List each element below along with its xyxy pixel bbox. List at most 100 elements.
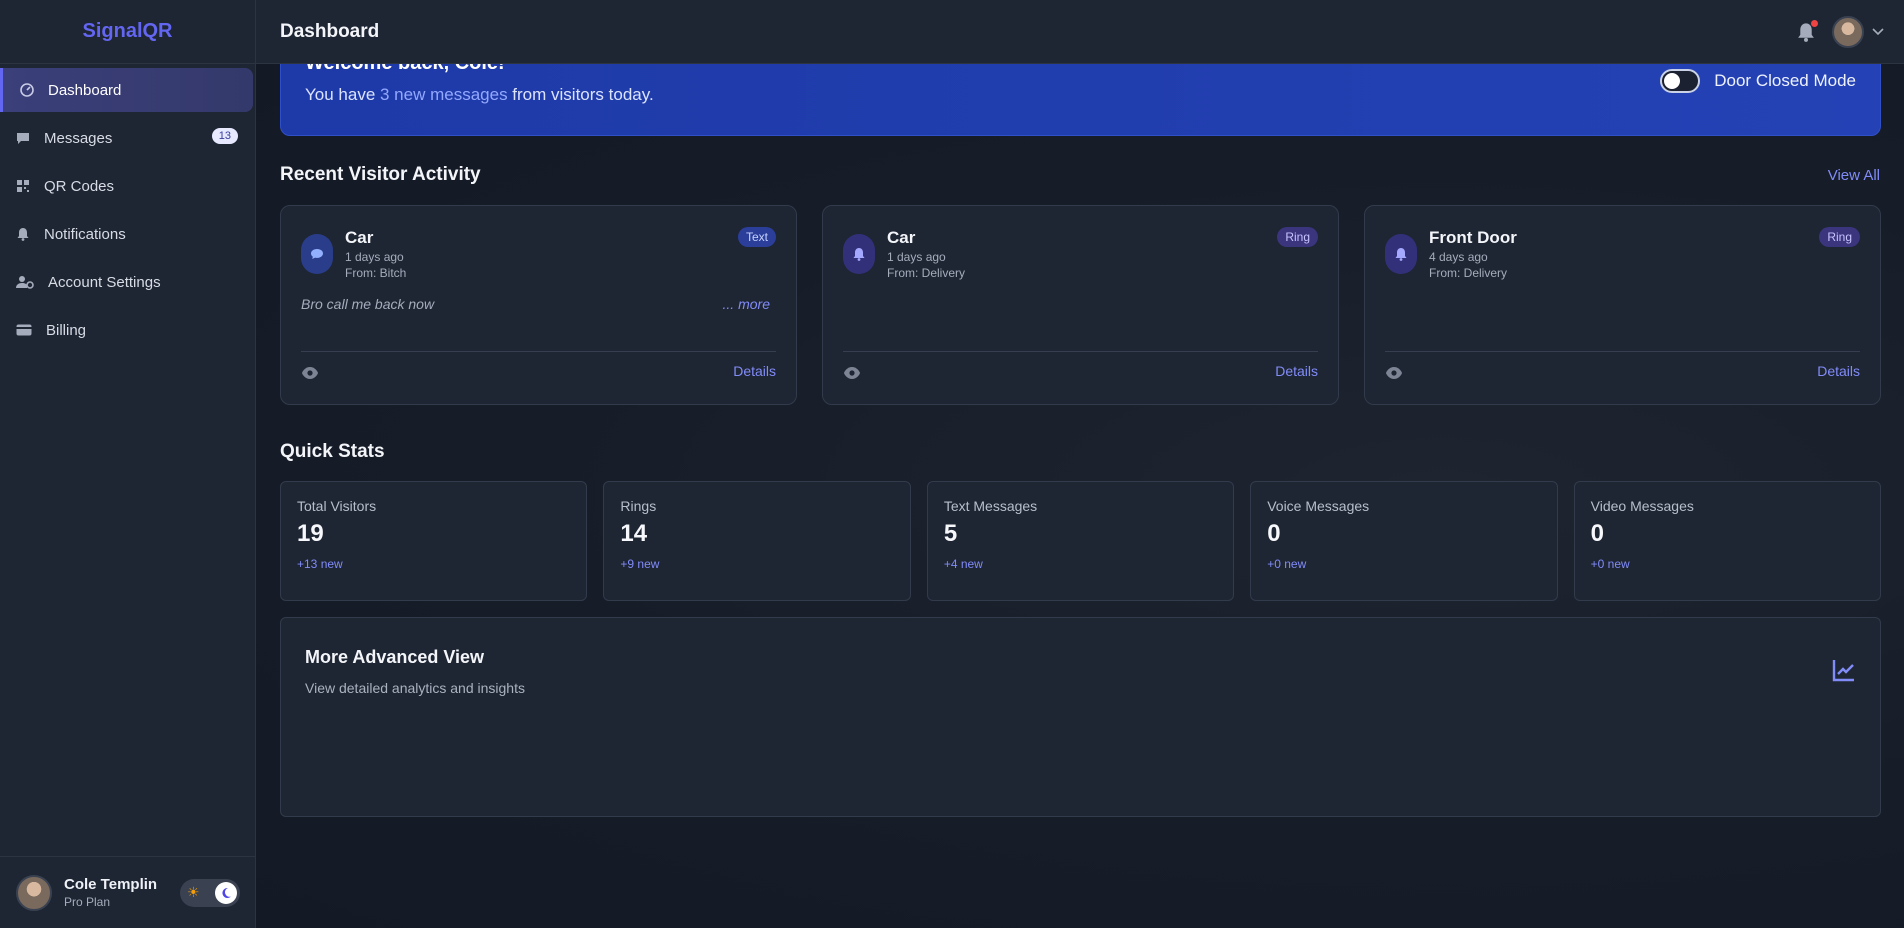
qr-icon <box>16 179 30 193</box>
card-from: From: Bitch <box>345 266 407 280</box>
divider <box>843 351 1318 352</box>
view-all-link[interactable]: View All <box>1828 167 1880 184</box>
stat-delta: +9 new <box>620 557 660 571</box>
page-title: Dashboard <box>280 20 380 42</box>
card-location: Front Door <box>1429 228 1517 247</box>
details-link[interactable]: Details <box>1817 363 1860 379</box>
user-gear-icon <box>16 275 34 289</box>
new-messages-link[interactable]: 3 new messages <box>380 85 508 104</box>
credit-card-icon <box>16 323 32 337</box>
divider <box>301 351 776 352</box>
user-menu-avatar[interactable] <box>1832 16 1864 48</box>
card-time: 1 days ago <box>887 250 946 264</box>
recent-activity-cards: Car 1 days ago From: Bitch Text Bro call… <box>280 205 1881 405</box>
sidebar-item-label: Notifications <box>44 225 126 243</box>
bell-icon <box>1385 234 1417 274</box>
eye-icon[interactable] <box>843 366 861 380</box>
message-icon <box>16 131 30 145</box>
eye-icon[interactable] <box>301 366 319 380</box>
details-link[interactable]: Details <box>1275 363 1318 379</box>
sidebar: SignalQR Dashboard Messages 13 QR Codes <box>0 0 256 928</box>
details-link[interactable]: Details <box>733 363 776 379</box>
door-closed-mode: Door Closed Mode <box>1660 69 1856 93</box>
dashboard-icon <box>20 83 34 97</box>
stat-label: Rings <box>620 498 657 514</box>
more-link[interactable]: ... more <box>723 296 770 312</box>
divider <box>1385 351 1860 352</box>
welcome-banner: Welcome back, Cole! You have 3 new messa… <box>280 64 1881 136</box>
card-time: 4 days ago <box>1429 250 1488 264</box>
door-closed-toggle[interactable] <box>1660 69 1701 93</box>
stat-card-rings: Rings 14 +9 new <box>603 481 911 601</box>
sidebar-item-label: Messages <box>44 129 113 147</box>
sidebar-item-qr-codes[interactable]: QR Codes <box>0 164 255 208</box>
stat-delta: +0 new <box>1267 557 1307 571</box>
sidebar-item-messages[interactable]: Messages 13 <box>0 116 255 160</box>
sidebar-item-label: Billing <box>46 321 87 339</box>
welcome-text-prefix: You have <box>305 85 380 104</box>
user-name: Cole Templin <box>64 876 158 893</box>
sidebar-item-billing[interactable]: Billing <box>0 308 255 352</box>
stat-label: Total Visitors <box>297 498 377 514</box>
welcome-message: You have 3 new messages from visitors to… <box>305 85 654 105</box>
message-preview: Bro call me back now <box>301 296 435 312</box>
activity-card[interactable]: Car 1 days ago From: Delivery Ring Detai… <box>822 205 1339 405</box>
stat-card-voice-messages: Voice Messages 0 +0 new <box>1250 481 1558 601</box>
card-location: Car <box>887 228 916 247</box>
user-info: Cole Templin Pro Plan <box>64 876 157 909</box>
top-bar: Dashboard <box>256 0 1904 64</box>
stat-value: 0 <box>1267 520 1281 547</box>
sun-icon: ☀ <box>187 884 200 900</box>
stat-card-total-visitors: Total Visitors 19 +13 new <box>280 481 588 601</box>
stat-delta: +0 new <box>1590 557 1630 571</box>
notification-bell-icon[interactable] <box>1796 20 1818 42</box>
card-from: From: Delivery <box>1429 266 1508 280</box>
stat-delta: +13 new <box>297 557 343 571</box>
avatar[interactable] <box>16 874 52 911</box>
quick-stats: Total Visitors 19 +13 new Rings 14 +9 ne… <box>280 481 1882 601</box>
activity-card[interactable]: Front Door 4 days ago From: Delivery Rin… <box>1364 205 1881 405</box>
app-logo[interactable]: SignalQR <box>0 0 255 64</box>
stat-card-text-messages: Text Messages 5 +4 new <box>926 481 1235 601</box>
stat-value: 5 <box>943 520 958 547</box>
advanced-view-card[interactable]: More Advanced View View detailed analyti… <box>280 617 1881 817</box>
bell-icon <box>16 227 30 241</box>
stat-value: 0 <box>1590 520 1604 547</box>
type-badge: Ring <box>1277 227 1318 247</box>
messages-count-badge: 13 <box>211 128 238 144</box>
stat-card-video-messages: Video Messages 0 +0 new <box>1573 481 1882 601</box>
top-bar-actions <box>1796 16 1884 48</box>
sidebar-item-label: Dashboard <box>48 81 122 99</box>
recent-activity-heading: Recent Visitor Activity <box>280 164 481 185</box>
moon-icon <box>215 882 237 904</box>
stat-value: 19 <box>297 520 324 547</box>
advanced-view-subtitle: View detailed analytics and insights <box>305 680 525 696</box>
quick-stats-heading: Quick Stats <box>280 441 385 462</box>
card-from: From: Delivery <box>887 266 966 280</box>
activity-card[interactable]: Car 1 days ago From: Bitch Text Bro call… <box>280 205 797 405</box>
stat-label: Video Messages <box>1590 498 1694 514</box>
chevron-down-icon[interactable] <box>1872 25 1884 39</box>
welcome-title: Welcome back, Cole! <box>305 64 505 73</box>
sidebar-item-dashboard[interactable]: Dashboard <box>0 68 253 112</box>
eye-icon[interactable] <box>1385 366 1403 380</box>
sidebar-item-account-settings[interactable]: Account Settings <box>0 260 255 304</box>
theme-toggle[interactable]: ☀ <box>180 879 240 907</box>
toggle-knob <box>1664 73 1681 89</box>
advanced-view-title: More Advanced View <box>305 647 485 667</box>
stat-value: 14 <box>620 520 648 547</box>
card-location: Car <box>345 228 374 247</box>
card-time: 1 days ago <box>345 250 404 264</box>
main-content: Welcome back, Cole! You have 3 new messa… <box>256 64 1904 928</box>
type-badge: Ring <box>1819 227 1860 247</box>
sidebar-item-label: QR Codes <box>44 177 115 195</box>
bell-icon <box>843 234 875 274</box>
sidebar-item-notifications[interactable]: Notifications <box>0 212 255 256</box>
user-plan: Pro Plan <box>64 895 111 909</box>
stat-delta: +4 new <box>943 557 983 571</box>
chart-line-icon[interactable] <box>1832 658 1856 682</box>
chat-icon <box>301 234 333 274</box>
door-closed-label: Door Closed Mode <box>1714 71 1856 90</box>
sidebar-nav: Dashboard Messages 13 QR Codes Notificat… <box>0 64 255 352</box>
stat-label: Text Messages <box>943 498 1038 514</box>
